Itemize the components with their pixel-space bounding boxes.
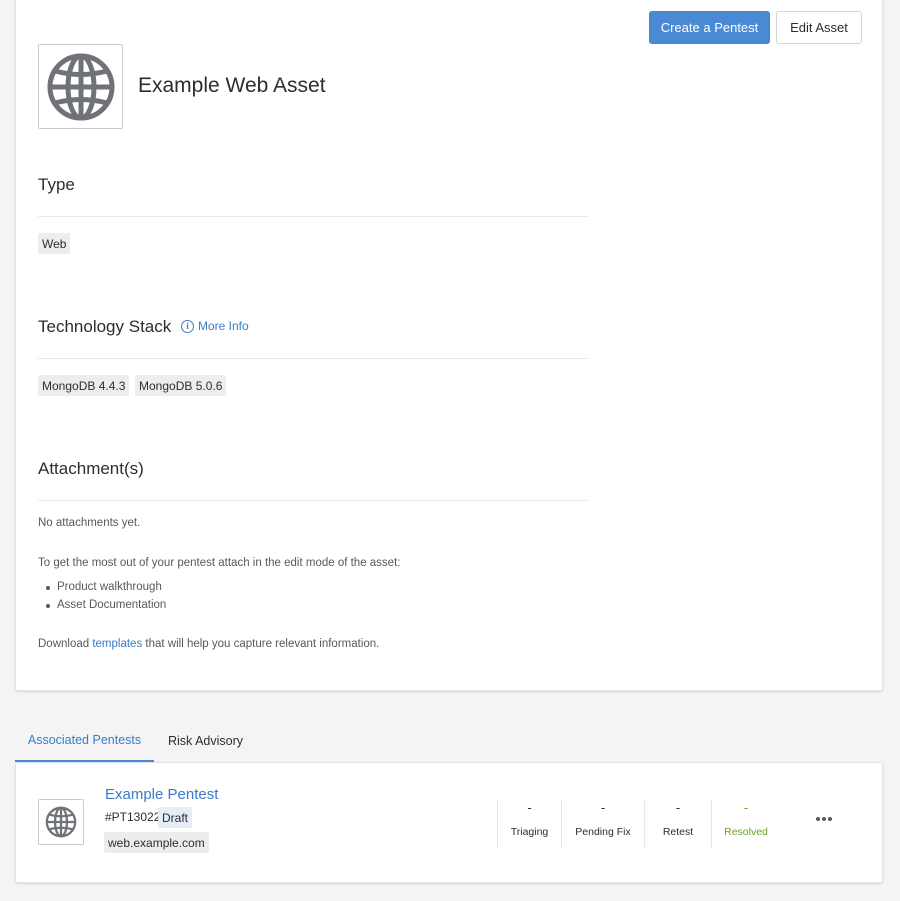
stat-label: Triaging: [510, 826, 549, 838]
asset-avatar: [38, 44, 123, 129]
stat-triaging: - Triaging: [498, 800, 561, 848]
tab-associated-pentests[interactable]: Associated Pentests: [15, 720, 154, 762]
domain-tag: web.example.com: [104, 832, 209, 853]
stat-value: -: [743, 800, 749, 815]
edit-asset-button[interactable]: Edit Asset: [776, 11, 862, 44]
status-badge: Draft: [158, 807, 193, 828]
divider: [38, 358, 588, 359]
tab-bar: Associated Pentests Risk Advisory: [15, 720, 883, 762]
more-info-label: More Info: [198, 319, 249, 333]
download-prefix: Download: [38, 638, 93, 650]
dot: [822, 817, 826, 821]
type-heading: Type: [38, 175, 75, 194]
divider: [38, 216, 588, 217]
asset-details-card: Create a Pentest Edit Asset Example Web …: [15, 0, 883, 691]
list-item: Product walkthrough: [38, 580, 166, 598]
globe-icon: [47, 53, 114, 120]
tech-stack-heading: Technology Stack: [38, 317, 172, 336]
stat-label: Retest: [662, 826, 694, 838]
tab-risk-advisory[interactable]: Risk Advisory: [168, 720, 243, 762]
more-options-icon[interactable]: [816, 811, 832, 827]
download-suffix: that will help you capture relevant info…: [142, 638, 380, 650]
pentest-card: Example Pentest #PT13022 Draft web.examp…: [15, 762, 883, 883]
list-item: Asset Documentation: [38, 598, 166, 616]
pentest-avatar: [38, 799, 84, 845]
tech-tag: MongoDB 4.4.3: [38, 375, 130, 396]
dot: [816, 817, 820, 821]
attachments-heading: Attachment(s): [38, 459, 144, 478]
divider: [38, 500, 588, 501]
type-tag: Web: [38, 233, 71, 254]
stat-resolved: - Resolved: [712, 800, 780, 848]
globe-icon: [45, 806, 77, 838]
attachments-hint: To get the most out of your pentest atta…: [38, 557, 401, 569]
stat-pending-fix: - Pending Fix: [562, 800, 644, 848]
pentest-id: #PT13022: [105, 810, 161, 824]
pentest-title-link[interactable]: Example Pentest: [105, 786, 218, 803]
templates-link[interactable]: templates: [92, 638, 142, 650]
more-info-link[interactable]: i More Info: [181, 319, 249, 333]
stat-value: -: [600, 800, 606, 815]
attachment-suggestions: Product walkthrough Asset Documentation: [38, 580, 166, 616]
stat-label: Resolved: [724, 826, 768, 838]
download-templates-text: Download templates that will help you ca…: [38, 638, 379, 650]
stat-retest: - Retest: [645, 800, 711, 848]
dot: [828, 817, 832, 821]
create-pentest-button[interactable]: Create a Pentest: [649, 11, 770, 44]
tech-tag: MongoDB 5.0.6: [135, 375, 227, 396]
stat-label: Pending Fix: [575, 826, 631, 838]
stat-value: -: [527, 800, 532, 815]
stat-value: -: [675, 800, 681, 815]
no-attachments-text: No attachments yet.: [38, 517, 141, 529]
info-icon: i: [181, 319, 194, 333]
page-title: Example Web Asset: [138, 74, 326, 97]
